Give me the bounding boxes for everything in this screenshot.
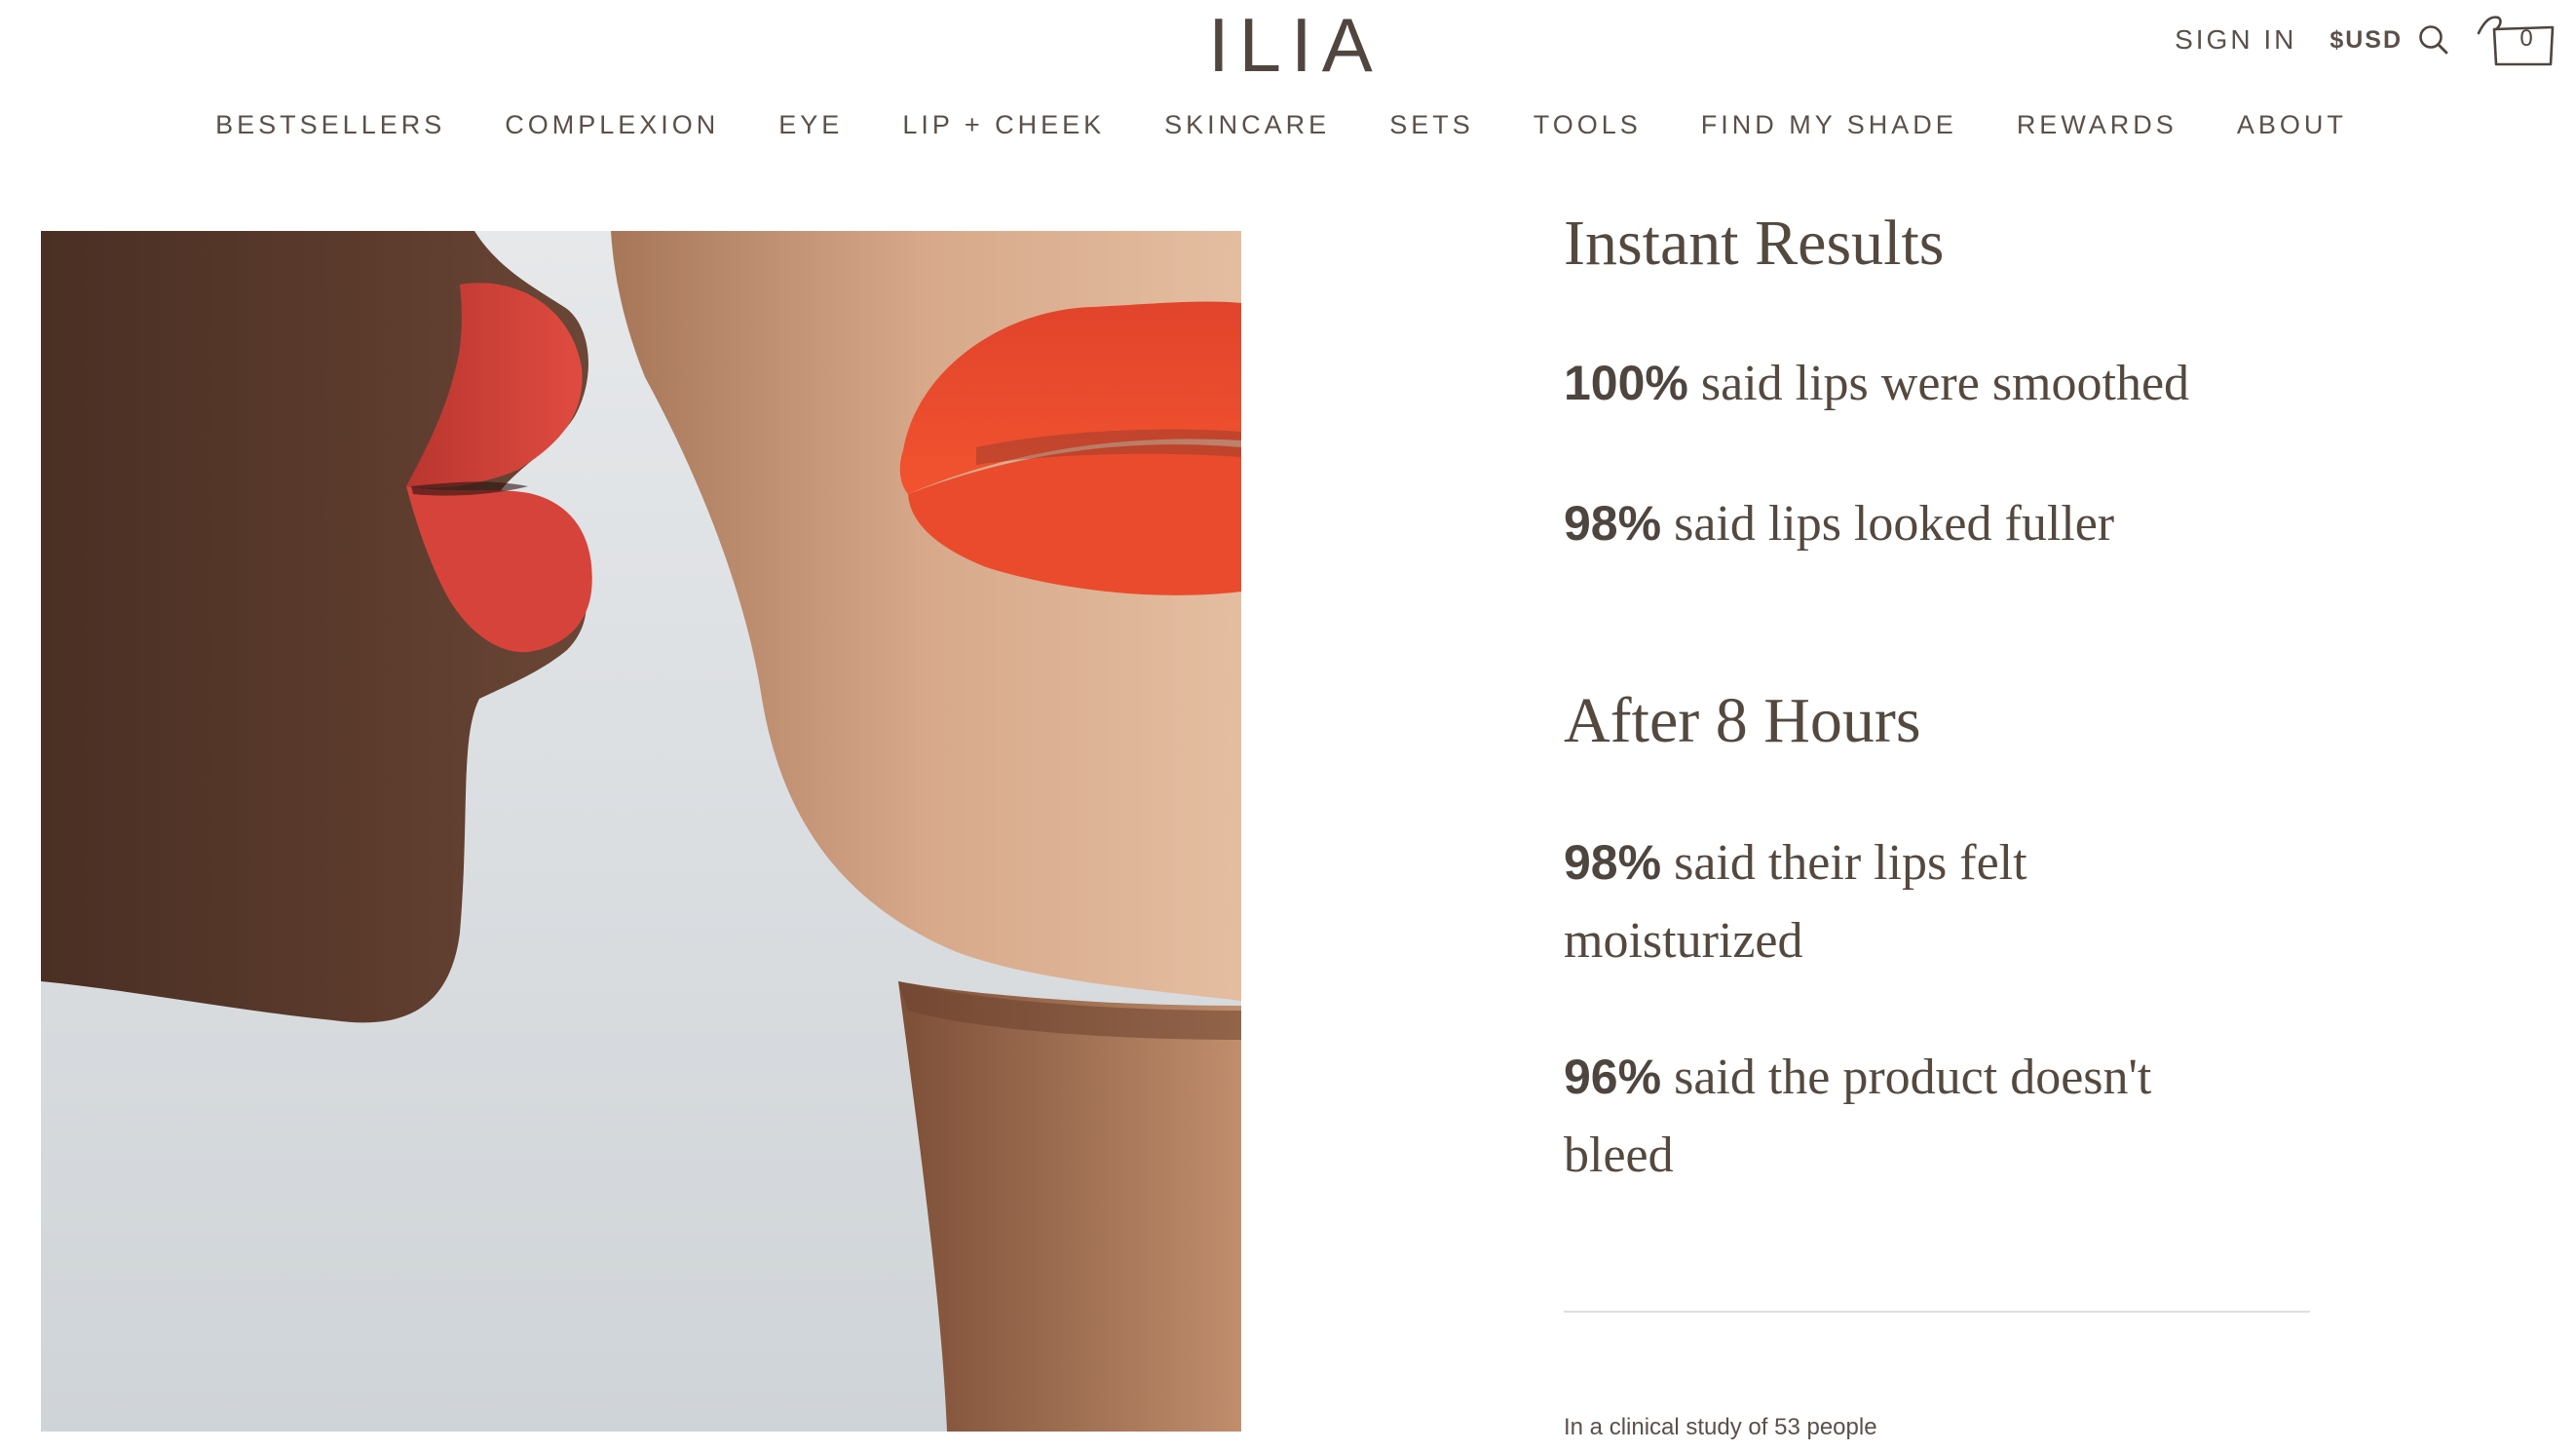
stat-percent: 98% xyxy=(1564,496,1662,551)
nav-item-about[interactable]: ABOUT xyxy=(2237,105,2347,144)
stat-no-bleed: 96% said the product doesn't bleed xyxy=(1564,1038,2265,1195)
cart-button[interactable]: 0 xyxy=(2475,12,2557,68)
nav-item-sets[interactable]: SETS xyxy=(1389,105,1474,144)
main-navigation: BESTSELLERS COMPLEXION EYE LIP + CHEEK S… xyxy=(0,105,2576,144)
stat-text: said lips looked fuller xyxy=(1661,496,2115,552)
nav-item-eye[interactable]: EYE xyxy=(778,105,843,144)
stat-percent: 100% xyxy=(1564,356,1688,410)
nav-item-tools[interactable]: TOOLS xyxy=(1534,105,1642,144)
stat-percent: 96% xyxy=(1564,1050,1662,1104)
nav-item-bestsellers[interactable]: BESTSELLERS xyxy=(215,105,445,144)
section-divider xyxy=(1564,1311,2310,1313)
sign-in-link[interactable]: SIGN IN xyxy=(2175,24,2296,56)
cart-count: 0 xyxy=(2519,25,2533,52)
lips-illustration xyxy=(41,231,1241,1432)
stat-fuller: 98% said lips looked fuller xyxy=(1564,484,2114,563)
nav-item-lip-cheek[interactable]: LIP + CHEEK xyxy=(902,105,1105,144)
stat-smoothed: 100% said lips were smoothed xyxy=(1564,344,2189,423)
currency-selector[interactable]: $USD xyxy=(2330,26,2403,55)
nav-item-complexion[interactable]: COMPLEXION xyxy=(505,105,719,144)
nav-item-rewards[interactable]: REWARDS xyxy=(2017,105,2178,144)
nav-item-skincare[interactable]: SKINCARE xyxy=(1164,105,1330,144)
after-8-hours-heading: After 8 Hours xyxy=(1564,685,1921,756)
brand-logo[interactable]: ILIA xyxy=(1208,6,1374,84)
utility-nav: SIGN IN $USD 0 xyxy=(2175,16,2557,66)
instant-results-heading: Instant Results xyxy=(1564,208,1945,279)
nav-list: BESTSELLERS COMPLEXION EYE LIP + CHEEK S… xyxy=(215,105,2347,144)
stat-text: said lips were smoothed xyxy=(1687,356,2190,411)
stat-percent: 98% xyxy=(1564,835,1662,890)
nav-item-find-my-shade[interactable]: FIND MY SHADE xyxy=(1701,105,1957,144)
search-icon[interactable] xyxy=(2416,22,2451,57)
lips-photo xyxy=(41,231,1241,1432)
clinical-study-footnote: In a clinical study of 53 people xyxy=(1564,1414,1877,1440)
stat-moisturized: 98% said their lips felt moisturized xyxy=(1564,823,2226,980)
